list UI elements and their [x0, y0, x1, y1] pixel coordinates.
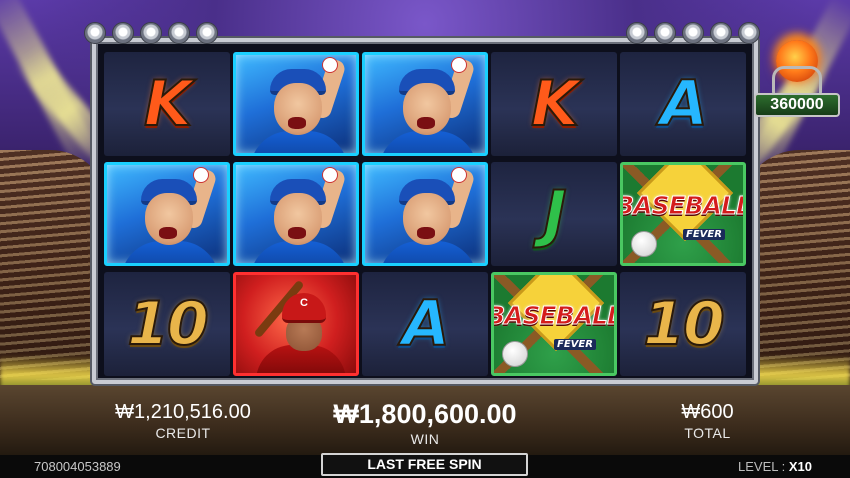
- reel-symbol-pitcher: [362, 52, 488, 156]
- logo-subtitle: FEVER: [683, 229, 725, 240]
- reel-symbol-pitcher: [233, 162, 359, 266]
- reel-symbol-letter: 10: [620, 272, 746, 376]
- pitcher-mouth: [288, 227, 306, 239]
- baseball-icon: [631, 231, 657, 257]
- pitcher-mouth: [288, 117, 306, 129]
- pitcher-ball: [322, 167, 338, 183]
- symbol-text: 10: [642, 289, 725, 359]
- light-bulb-icon: [168, 22, 190, 44]
- level-indicator: LEVEL : X10: [738, 459, 812, 474]
- reel-symbol-letter: J: [491, 162, 617, 266]
- level-value: X10: [788, 459, 812, 474]
- symbol-text: K: [143, 67, 193, 140]
- light-bulb-icon: [140, 22, 162, 44]
- reel-symbol-pitcher: [233, 52, 359, 156]
- logo-word: BASEBALL: [491, 300, 617, 330]
- jackpot-frame: [772, 66, 822, 96]
- win-amount: ₩1,800,600.00: [333, 399, 517, 429]
- frame-lights-right: [626, 22, 760, 44]
- helmet-logo: C: [300, 297, 308, 309]
- light-bulb-icon: [654, 22, 676, 44]
- light-bulb-icon: [682, 22, 704, 44]
- light-bulb-icon: [626, 22, 648, 44]
- reel-symbol-letter: 10: [104, 272, 230, 376]
- symbol-text: J: [542, 177, 567, 250]
- pitcher-ball: [451, 167, 467, 183]
- logo-word: BASEBALL: [620, 190, 746, 220]
- symbol-text: A: [659, 67, 709, 140]
- total-bet-display: ₩600 TOTAL: [660, 400, 755, 442]
- light-bulb-icon: [84, 22, 106, 44]
- credit-amount: ₩1,210,516.00: [115, 401, 251, 423]
- reel-symbol-pitcher: [362, 162, 488, 266]
- reel-symbol-letter: A: [362, 272, 488, 376]
- baseball-icon: [502, 341, 528, 367]
- reel-symbol-batter: C: [233, 272, 359, 376]
- level-label: LEVEL :: [738, 459, 786, 474]
- reel-grid: K K A J BASEBALL FEVER 10 C A BASEBALL FEVER 10: [104, 52, 748, 376]
- pitcher-ball: [451, 57, 467, 73]
- light-bulb-icon: [112, 22, 134, 44]
- win-display: ₩1,800,600.00 WIN: [300, 400, 550, 448]
- total-amount: ₩600: [681, 401, 734, 423]
- frame-lights-left: [84, 22, 218, 44]
- symbol-text: 10: [126, 289, 209, 359]
- pitcher-mouth: [159, 227, 177, 239]
- light-bulb-icon: [196, 22, 218, 44]
- credit-display: ₩1,210,516.00 CREDIT: [98, 400, 268, 442]
- pitcher-mouth: [417, 227, 435, 239]
- reel-symbol-letter: A: [620, 52, 746, 156]
- credit-label: CREDIT: [155, 425, 211, 441]
- reel-symbol-baseball-fever-logo: BASEBALL FEVER: [620, 162, 746, 266]
- round-id: 708004053889: [34, 459, 121, 474]
- light-bulb-icon: [710, 22, 732, 44]
- total-label: TOTAL: [684, 425, 731, 441]
- reel-symbol-baseball-fever-logo: BASEBALL FEVER: [491, 272, 617, 376]
- pitcher-ball: [322, 57, 338, 73]
- jackpot-value: 360000: [754, 93, 840, 117]
- jackpot-display: 360000: [752, 36, 840, 120]
- logo-subtitle: FEVER: [554, 339, 596, 350]
- reel-symbol-letter: K: [491, 52, 617, 156]
- win-label: WIN: [410, 431, 440, 447]
- symbol-text: K: [530, 67, 580, 140]
- reel-symbol-pitcher: [104, 162, 230, 266]
- free-spin-status-button[interactable]: LAST FREE SPIN: [321, 453, 528, 476]
- pitcher-ball: [193, 167, 209, 183]
- symbol-text: A: [401, 287, 451, 360]
- pitcher-mouth: [417, 117, 435, 129]
- reel-symbol-letter: K: [104, 52, 230, 156]
